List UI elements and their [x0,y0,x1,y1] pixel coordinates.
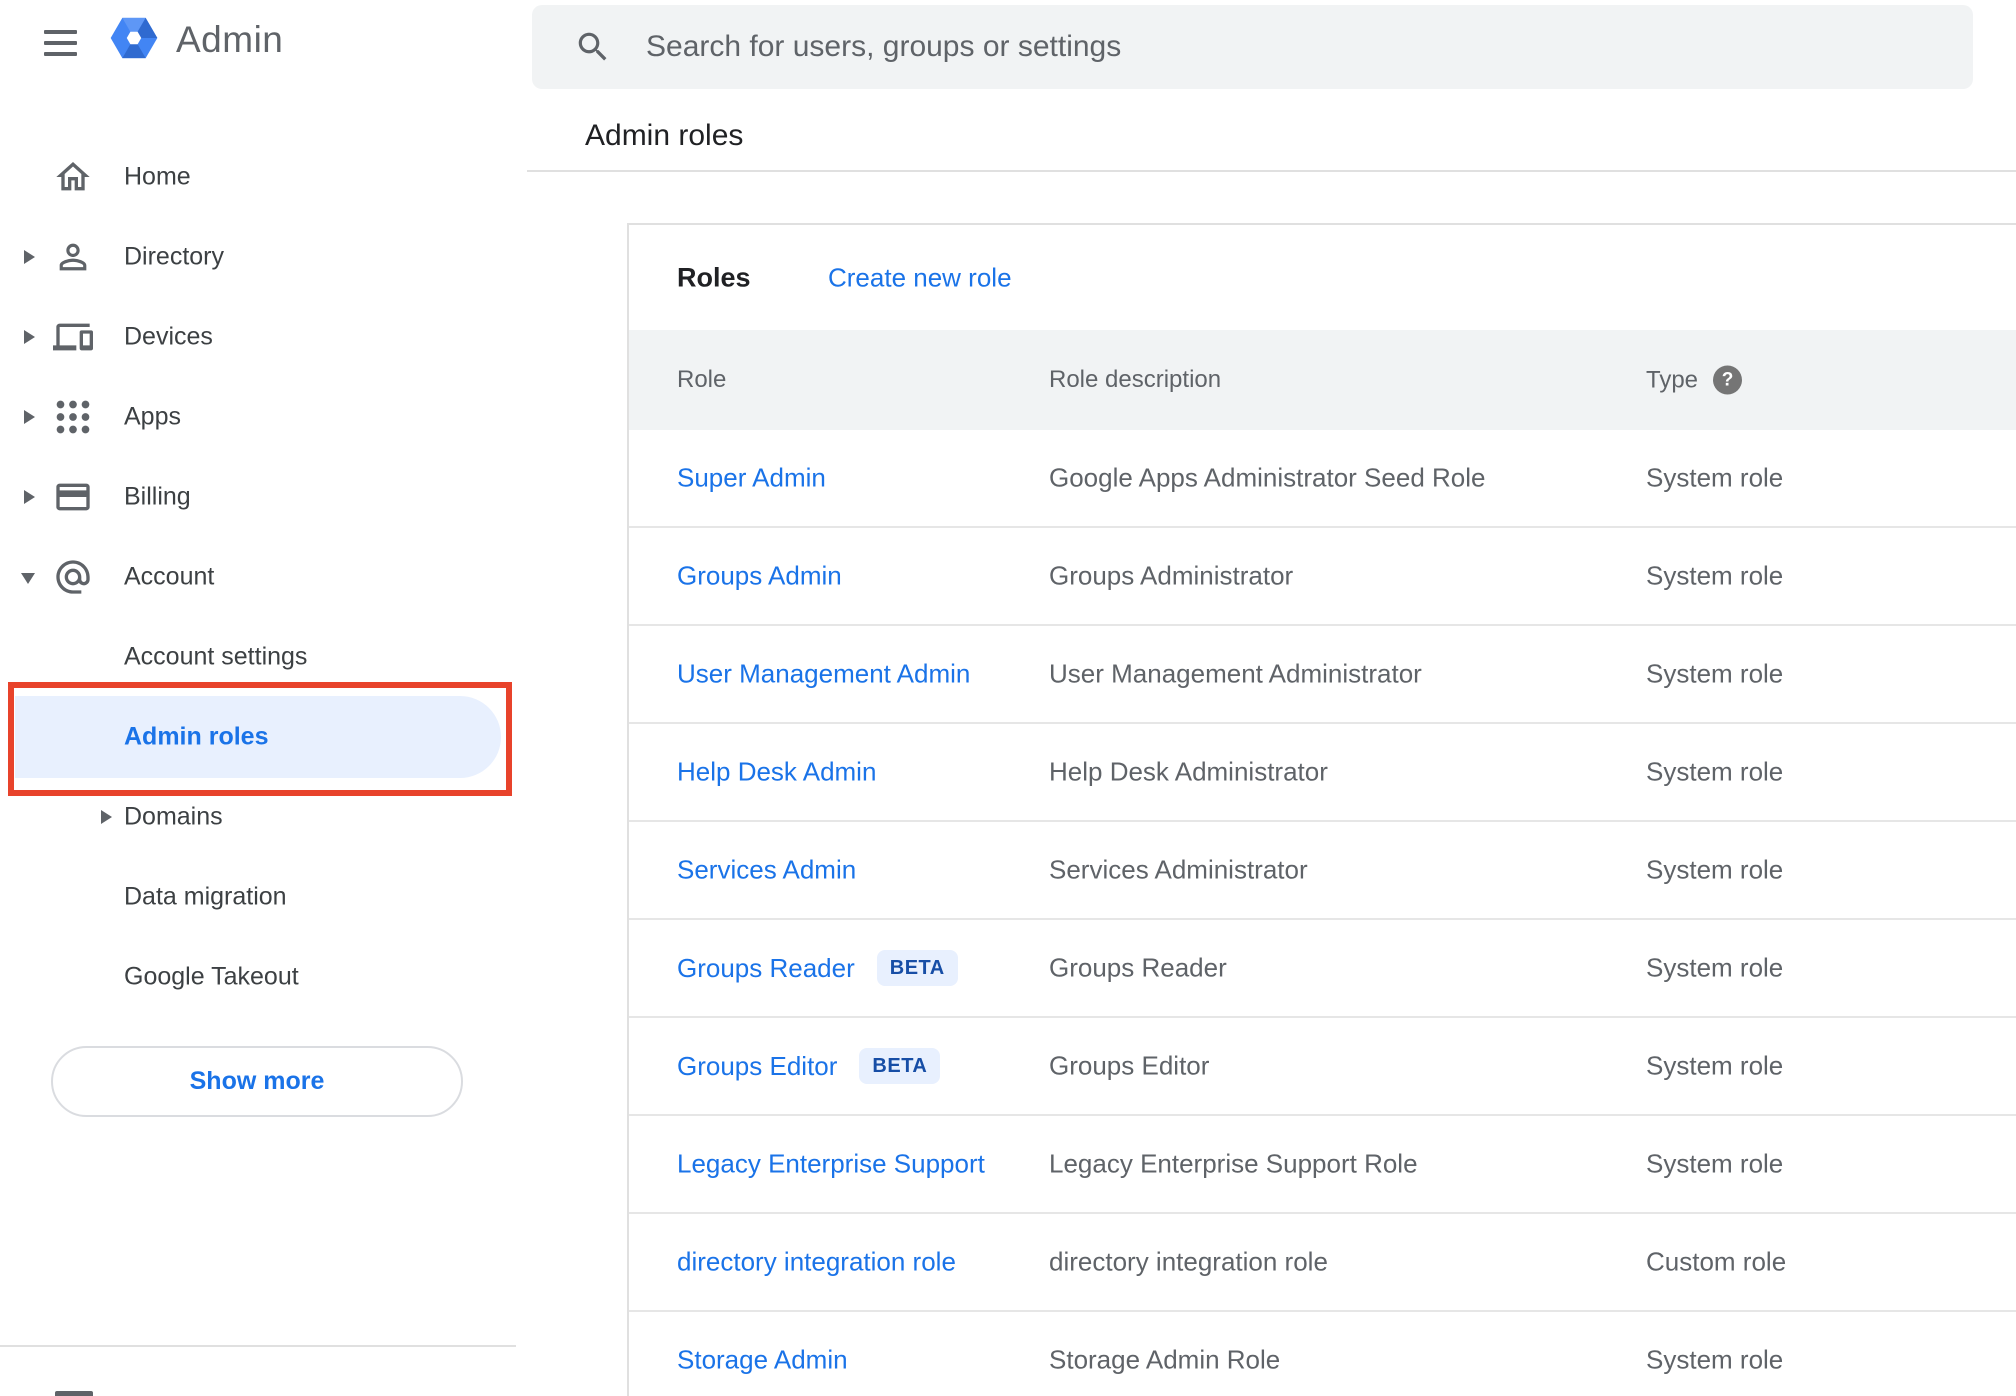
table-row: Storage Admin Storage Admin Role System … [629,1312,2016,1396]
expand-arrow-icon[interactable] [101,810,112,824]
role-link[interactable]: User Management Admin [677,659,970,690]
role-type: System role [1646,756,1784,787]
role-link[interactable]: Groups Reader [677,953,855,984]
role-link[interactable]: Groups Editor [677,1051,837,1082]
role-description: Google Apps Administrator Seed Role [1049,462,1486,493]
role-link[interactable]: directory integration role [677,1247,956,1278]
beta-badge: BETA [859,1048,941,1084]
roles-table-body: Super Admin Google Apps Administrator Se… [629,430,2016,1396]
create-new-role-link[interactable]: Create new role [828,262,1012,293]
hamburger-menu-icon[interactable] [44,24,78,62]
sidebar-item-account[interactable]: Account [0,537,527,617]
expand-arrow-icon[interactable] [24,410,35,424]
role-description: Groups Administrator [1049,560,1294,591]
role-type: System role [1646,854,1784,885]
expand-arrow-icon[interactable] [24,330,35,344]
table-row: Groups Editor BETA Groups Editor System … [629,1018,2016,1116]
role-type: System role [1646,1344,1784,1375]
product-name: Admin [176,19,284,60]
table-row: User Management Admin User Management Ad… [629,626,2016,724]
role-description: Legacy Enterprise Support Role [1049,1148,1418,1179]
role-type: System role [1646,952,1784,983]
search-input[interactable] [646,30,1973,64]
table-header-row: Role Role description Type ? [629,330,2016,430]
sidebar-item-devices[interactable]: Devices [0,297,527,377]
table-row: Super Admin Google Apps Administrator Se… [629,430,2016,528]
devices-icon [53,317,93,357]
role-link[interactable]: Groups Admin [677,561,842,592]
table-row: directory integration role directory int… [629,1214,2016,1312]
table-row: Services Admin Services Administrator Sy… [629,822,2016,920]
sidebar-nav: Home Directory Devices Apps Billing Acco… [0,137,527,1017]
sidebar-item-billing[interactable]: Billing [0,457,527,537]
role-description: Storage Admin Role [1049,1344,1281,1375]
role-type: Custom role [1646,1246,1787,1277]
search-icon [574,28,612,66]
column-header-role-description: Role description [1049,366,1222,393]
column-header-role: Role [677,366,727,393]
role-type: System role [1646,1148,1784,1179]
credit-card-icon [53,477,93,517]
table-row: Groups Admin Groups Administrator System… [629,528,2016,626]
cutoff-bottom-icon [55,1391,93,1396]
expand-arrow-icon[interactable] [24,250,35,264]
beta-badge: BETA [876,950,958,986]
sidebar-divider [0,1345,516,1347]
help-icon[interactable]: ? [1713,365,1743,395]
person-icon [53,237,93,277]
role-description: Help Desk Administrator [1049,756,1328,787]
sidebar-item-apps[interactable]: Apps [0,377,527,457]
role-link[interactable]: Legacy Enterprise Support [677,1149,985,1180]
table-row: Help Desk Admin Help Desk Administrator … [629,724,2016,822]
table-row: Legacy Enterprise Support Legacy Enterpr… [629,1116,2016,1214]
role-description: Groups Reader [1049,952,1227,983]
home-icon [53,157,93,197]
sidebar-item-google-takeout[interactable]: Google Takeout [0,937,527,1017]
roles-card: Roles Create new role Role Role descript… [627,223,2016,1396]
role-link[interactable]: Super Admin [677,463,826,494]
google-admin-logo [106,10,162,66]
role-description: User Management Administrator [1049,658,1422,689]
search-bar[interactable] [532,5,1973,89]
show-more-button[interactable]: Show more [51,1046,463,1117]
expand-arrow-icon[interactable] [21,573,35,584]
role-type: System role [1646,658,1784,689]
sidebar-item-domains[interactable]: Domains [0,777,527,857]
sidebar-item-directory[interactable]: Directory [0,217,527,297]
sidebar-item-home[interactable]: Home [0,137,527,217]
sidebar-item-admin-roles[interactable]: Admin roles [0,696,527,778]
expand-arrow-icon[interactable] [24,490,35,504]
at-email-icon [53,557,93,597]
role-description: Services Administrator [1049,854,1308,885]
role-description: directory integration role [1049,1246,1328,1277]
sidebar: Admin Home Directory Devices Apps Billin… [0,0,527,1396]
breadcrumb: Admin roles [585,119,744,152]
apps-icon [53,397,93,437]
role-description: Groups Editor [1049,1050,1210,1081]
role-type: System role [1646,462,1784,493]
sidebar-item-data-migration[interactable]: Data migration [0,857,527,937]
sidebar-item-account-settings[interactable]: Account settings [0,617,527,697]
roles-card-header: Roles Create new role [629,225,2016,330]
admin-console-page: Admin Home Directory Devices Apps Billin… [0,0,2016,1396]
role-link[interactable]: Storage Admin [677,1345,848,1376]
card-title: Roles [677,262,751,292]
role-link[interactable]: Help Desk Admin [677,757,876,788]
role-type: System role [1646,1050,1784,1081]
role-link[interactable]: Services Admin [677,855,856,886]
sidebar-header: Admin [0,0,527,90]
column-header-type: Type ? [1646,365,1743,395]
role-type: System role [1646,560,1784,591]
content-divider [527,170,2016,172]
table-row: Groups Reader BETA Groups Reader System … [629,920,2016,1018]
